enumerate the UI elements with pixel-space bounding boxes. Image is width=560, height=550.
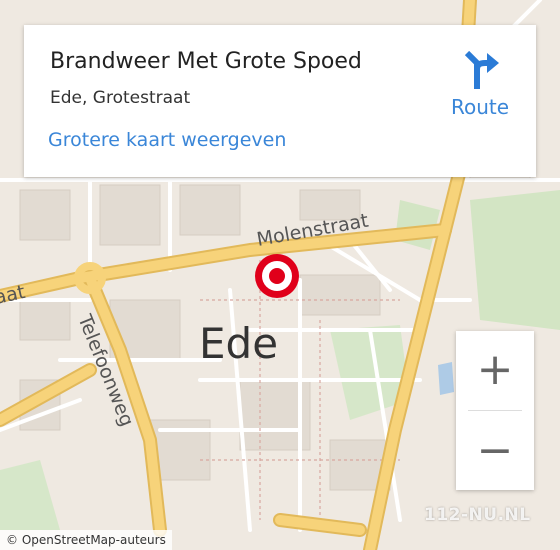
larger-map-link[interactable]: Grotere kaart weergeven: [48, 129, 286, 151]
route-label: Route: [450, 95, 510, 119]
attribution-link[interactable]: © OpenStreetMap-auteurs: [6, 533, 166, 547]
zoom-in-button[interactable]: +: [456, 331, 534, 409]
map-attribution: © OpenStreetMap-auteurs: [0, 530, 172, 550]
watermark-logo: 112-NU.NL: [424, 505, 531, 525]
info-card: Brandweer Met Grote Spoed Ede, Grotestra…: [24, 25, 536, 177]
zoom-control: + −: [456, 331, 534, 490]
incident-address: Ede, Grotestraat: [50, 88, 191, 108]
city-label: Ede: [199, 319, 278, 368]
target-marker-icon[interactable]: [255, 254, 299, 298]
route-button[interactable]: Route: [436, 49, 524, 127]
incident-title: Brandweer Met Grote Spoed: [50, 49, 362, 74]
zoom-divider: [468, 410, 522, 411]
directions-arrow-icon: [464, 51, 499, 89]
zoom-out-button[interactable]: −: [456, 412, 534, 490]
